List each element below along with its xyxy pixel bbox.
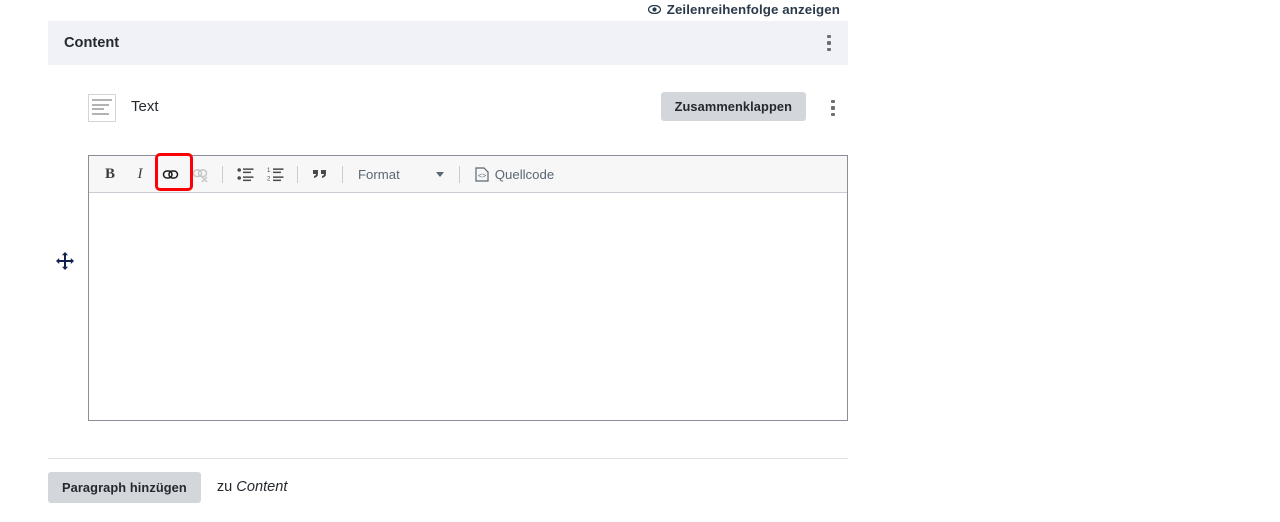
add-paragraph-target-name: Content bbox=[236, 479, 288, 495]
chevron-down-icon bbox=[435, 171, 444, 177]
bold-button[interactable]: B bbox=[97, 161, 123, 187]
text-block-icon bbox=[88, 94, 116, 122]
editor-toolbar: B I 1 2 Format <> Quellcode bbox=[89, 153, 847, 193]
unlink-button bbox=[187, 161, 213, 187]
show-row-order-link[interactable]: Zeilenreihenfolge anzeigen bbox=[0, 0, 848, 18]
toolbar-separator bbox=[342, 165, 343, 183]
editor-body[interactable] bbox=[89, 193, 847, 420]
source-code-label: Quellcode bbox=[494, 166, 555, 182]
vertical-ellipsis-icon bbox=[827, 34, 831, 39]
svg-text:1: 1 bbox=[267, 168, 271, 174]
vertical-ellipsis-icon bbox=[831, 106, 835, 110]
toolbar-separator bbox=[222, 165, 223, 183]
add-paragraph-row: Paragraph hinzügen zu Content bbox=[48, 471, 288, 503]
move-cross-icon bbox=[56, 252, 74, 270]
vertical-ellipsis-icon bbox=[831, 112, 835, 117]
blockquote-button[interactable] bbox=[307, 161, 333, 187]
paragraph-menu-button[interactable] bbox=[823, 97, 843, 119]
format-dropdown[interactable]: Format bbox=[352, 161, 450, 187]
add-paragraph-button[interactable]: Paragraph hinzügen bbox=[48, 471, 201, 503]
bulleted-list-button[interactable] bbox=[232, 161, 258, 187]
rich-text-editor: B I 1 2 Format <> Quellcode bbox=[88, 153, 848, 421]
source-code-icon: <> bbox=[475, 166, 489, 182]
vertical-ellipsis-icon bbox=[831, 99, 835, 104]
link-icon bbox=[162, 169, 178, 179]
vertical-ellipsis-icon bbox=[827, 41, 831, 45]
paragraph-type-label: Text bbox=[131, 98, 159, 115]
eye-icon bbox=[647, 4, 661, 14]
paragraph-row: Text Zusammenklappen bbox=[88, 92, 848, 126]
section-divider bbox=[48, 458, 848, 459]
format-dropdown-label: Format bbox=[358, 166, 400, 182]
vertical-ellipsis-icon bbox=[827, 47, 831, 52]
content-section-title: Content bbox=[64, 35, 120, 51]
svg-text:2: 2 bbox=[267, 176, 271, 181]
drag-handle[interactable] bbox=[55, 251, 75, 271]
toolbar-separator bbox=[458, 165, 460, 183]
content-section-menu-button[interactable] bbox=[819, 32, 839, 54]
numbered-list-button[interactable]: 1 2 bbox=[262, 161, 288, 187]
content-section-header: Content bbox=[48, 21, 848, 65]
blockquote-icon bbox=[313, 170, 326, 178]
svg-text:<>: <> bbox=[478, 173, 486, 180]
italic-button[interactable]: I bbox=[127, 161, 153, 187]
unlink-icon bbox=[192, 168, 208, 183]
add-paragraph-target-prefix: zu bbox=[216, 479, 233, 495]
toolbar-separator bbox=[297, 165, 298, 183]
source-code-button[interactable]: <> Quellcode bbox=[469, 161, 560, 187]
link-button[interactable] bbox=[157, 161, 183, 187]
numbered-list-icon: 1 2 bbox=[267, 168, 283, 182]
bulleted-list-icon bbox=[236, 167, 253, 181]
show-row-order-label: Zeilenreihenfolge anzeigen bbox=[666, 1, 840, 17]
add-paragraph-target: zu Content bbox=[217, 479, 288, 495]
collapse-button[interactable]: Zusammenklappen bbox=[660, 92, 806, 121]
